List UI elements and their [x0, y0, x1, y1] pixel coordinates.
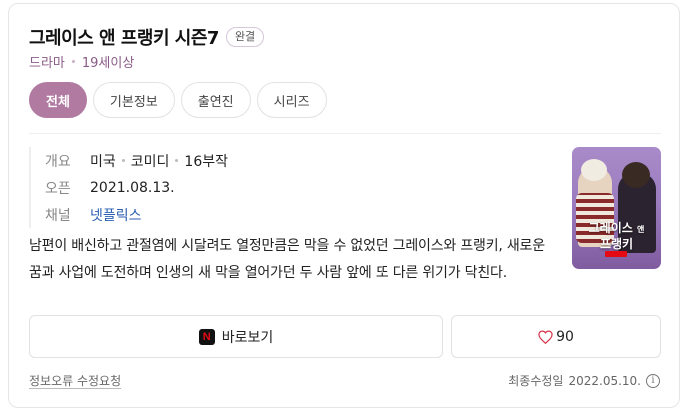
channel-link[interactable]: 넷플릭스 [90, 205, 142, 225]
poster-image[interactable]: 그레이스 앤 프랭키 [572, 147, 661, 269]
description-text: 남편이 배신하고 관절염에 시달려도 열정만큼은 막을 수 없었던 그레이스와 … [29, 238, 545, 281]
last-updated-date: 2022.05.10. [568, 373, 641, 388]
episode-count-text: 16부작 [184, 153, 228, 170]
overview-value: 미국 코미디 16부작 [90, 151, 228, 171]
netflix-poster-logo [605, 251, 627, 257]
info-row-channel: 채널 넷플릭스 [45, 201, 228, 228]
channel-label: 채널 [45, 207, 71, 224]
netflix-icon: N [198, 328, 215, 345]
content-card: 그레이스 앤 프랭키 시즌7 완결 드라마 19세이상 전체 기본정보 출연진 … [8, 3, 680, 408]
tab-bar: 전체 기본정보 출연진 시리즈 [29, 82, 333, 118]
heart-icon [538, 329, 553, 344]
last-updated: 최종수정일 2022.05.10. i [508, 372, 660, 389]
separator-dot [121, 159, 125, 162]
info-list: 개요 미국 코미디 16부작 오픈 2021.08.13. 채널 넷플릭스 [29, 147, 228, 228]
poster-figure-right-head [622, 162, 650, 188]
age-rating-text: 19세이상 [81, 56, 135, 71]
watch-now-label: 바로보기 [221, 329, 274, 346]
open-date: 2021.08.13. [90, 179, 175, 196]
like-button[interactable]: 90 [451, 315, 661, 358]
divider [29, 133, 661, 134]
page-title[interactable]: 그레이스 앤 프랭키 시즌7 [29, 24, 219, 50]
genre-text: 드라마 [29, 56, 65, 71]
meta-line: 드라마 19세이상 [29, 52, 134, 71]
separator-dot [71, 60, 75, 63]
country-text: 미국 [90, 153, 116, 170]
watch-now-button[interactable]: N 바로보기 [29, 315, 443, 358]
tab-all[interactable]: 전체 [29, 82, 87, 118]
poster-figure-left-head [581, 159, 607, 181]
info-row-open: 오픈 2021.08.13. [45, 174, 228, 201]
tab-basic-info[interactable]: 기본정보 [92, 82, 175, 118]
poster-title: 그레이스 앤 프랭키 [588, 221, 645, 251]
tab-cast[interactable]: 출연진 [180, 82, 251, 118]
open-label: 오픈 [45, 180, 71, 197]
tab-series[interactable]: 시리즈 [256, 82, 327, 118]
overview-label: 개요 [45, 153, 71, 170]
title-row: 그레이스 앤 프랭키 시즌7 완결 [29, 24, 265, 50]
genre-detail-text: 코미디 [130, 153, 170, 170]
separator-dot [175, 159, 179, 162]
info-icon[interactable]: i [646, 373, 660, 388]
last-updated-label: 최종수정일 [508, 374, 564, 388]
status-badge: 완결 [225, 27, 265, 47]
info-row-overview: 개요 미국 코미디 16부작 [45, 147, 228, 174]
like-count: 90 [556, 328, 574, 345]
report-error-link[interactable]: 정보오류 수정요청 [29, 372, 121, 389]
